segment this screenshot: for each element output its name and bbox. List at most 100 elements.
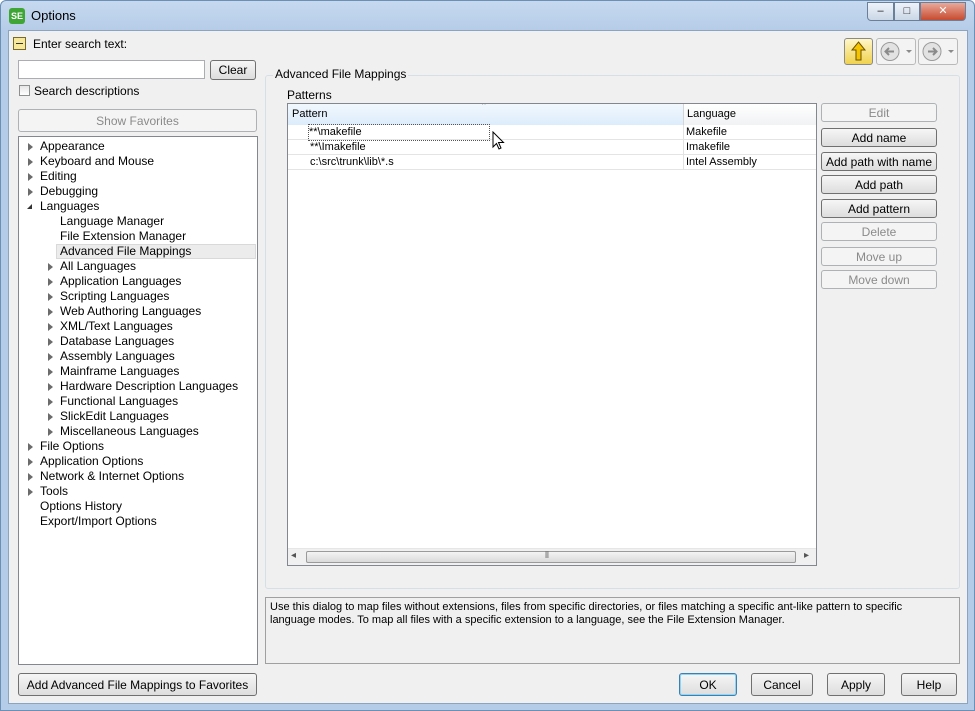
expand-arrow-icon[interactable] — [48, 263, 53, 271]
table-row[interactable]: c:\src\trunk\lib\*.s Intel Assembly — [288, 155, 816, 170]
scroll-thumb[interactable]: ⦀ — [306, 550, 796, 563]
expand-arrow-icon[interactable] — [28, 488, 33, 496]
table-row[interactable]: **\makefile Makefile — [288, 124, 816, 141]
move-up-button[interactable]: Move up — [821, 247, 937, 266]
move-down-button[interactable]: Move down — [821, 270, 937, 289]
tree-item[interactable]: Editing — [19, 169, 255, 184]
expand-arrow-icon[interactable] — [48, 368, 53, 376]
expand-arrow-icon[interactable] — [28, 188, 33, 196]
expand-arrow-icon[interactable] — [28, 443, 33, 451]
tree-item[interactable]: Language Manager — [19, 214, 255, 229]
close-button[interactable]: ✕ — [920, 2, 966, 21]
expand-arrow-icon[interactable] — [48, 278, 53, 286]
tree-item[interactable]: SlickEdit Languages — [19, 409, 255, 424]
column-header-pattern[interactable]: Pattern ˆ — [288, 104, 684, 125]
tree-item[interactable]: Export/Import Options — [19, 514, 255, 529]
language-cell[interactable]: Makefile — [686, 125, 814, 140]
tree-item[interactable]: File Extension Manager — [19, 229, 255, 244]
expand-arrow-icon[interactable] — [48, 308, 53, 316]
tree-item-label: Miscellaneous Languages — [60, 424, 199, 438]
tree-item[interactable]: Hardware Description Languages — [19, 379, 255, 394]
expand-arrow-icon[interactable] — [48, 383, 53, 391]
tree-item-label: Editing — [40, 169, 77, 183]
add-path-with-name-button[interactable]: Add path with name — [821, 152, 937, 171]
expand-arrow-icon[interactable] — [48, 398, 53, 406]
scroll-right-arrow-icon[interactable]: ▸ — [804, 550, 809, 561]
collapse-search-toggle[interactable] — [13, 37, 26, 50]
search-descriptions-checkbox[interactable] — [19, 85, 30, 96]
maximize-button[interactable]: □ — [894, 2, 920, 21]
tree-item[interactable]: Keyboard and Mouse — [19, 154, 255, 169]
expand-arrow-icon[interactable] — [28, 458, 33, 466]
column-divider — [683, 140, 684, 155]
title-bar[interactable]: SE Options – □ ✕ — [1, 1, 974, 31]
language-cell[interactable]: Imakefile — [686, 140, 814, 155]
scroll-left-arrow-icon[interactable]: ◂ — [291, 550, 296, 561]
expand-arrow-icon[interactable] — [48, 323, 53, 331]
expand-arrow-icon[interactable] — [28, 473, 33, 481]
up-button[interactable] — [844, 38, 873, 65]
slickedit-app-icon: SE — [9, 8, 25, 24]
expand-arrow-icon[interactable] — [48, 353, 53, 361]
tree-item[interactable]: All Languages — [19, 259, 255, 274]
expand-arrow-icon[interactable] — [48, 338, 53, 346]
pattern-cell[interactable]: c:\src\trunk\lib\*.s — [310, 155, 680, 170]
options-tree[interactable]: Appearance Keyboard and Mouse Editing Debug… — [18, 136, 258, 665]
tree-item[interactable]: Application Options — [19, 454, 255, 469]
horizontal-scrollbar[interactable]: ◂ ⦀ ▸ — [288, 548, 816, 565]
delete-button[interactable]: Delete — [821, 222, 937, 241]
column-header-language[interactable]: Language — [684, 104, 816, 125]
tree-item[interactable]: Advanced File Mappings — [19, 244, 255, 259]
expand-arrow-icon[interactable] — [48, 293, 53, 301]
tree-item[interactable]: Appearance — [19, 139, 255, 154]
tree-item-label: Tools — [40, 484, 69, 498]
tree-item[interactable]: Debugging — [19, 184, 255, 199]
add-pattern-button[interactable]: Add pattern — [821, 199, 937, 218]
expand-arrow-icon[interactable] — [28, 173, 33, 181]
tree-item-label: XML/Text Languages — [60, 319, 173, 333]
tree-item-label: Functional Languages — [60, 394, 179, 408]
collapse-arrow-icon[interactable] — [27, 204, 32, 209]
pattern-cell[interactable]: **\makefile — [308, 124, 490, 141]
description-box: Use this dialog to map files without ext… — [265, 597, 960, 664]
tree-item-label: SlickEdit Languages — [60, 409, 169, 423]
tree-item[interactable]: Scripting Languages — [19, 289, 255, 304]
language-cell[interactable]: Intel Assembly — [686, 155, 814, 170]
help-button[interactable]: Help — [901, 673, 957, 696]
table-row[interactable]: **\Imakefile Imakefile — [288, 140, 816, 155]
tree-item[interactable]: Miscellaneous Languages — [19, 424, 255, 439]
tree-item[interactable]: Languages — [19, 199, 255, 214]
tree-item[interactable]: Mainframe Languages — [19, 364, 255, 379]
expand-arrow-icon[interactable] — [48, 413, 53, 421]
tree-item[interactable]: Database Languages — [19, 334, 255, 349]
cancel-button[interactable]: Cancel — [751, 673, 813, 696]
tree-item[interactable]: XML/Text Languages — [19, 319, 255, 334]
search-input[interactable] — [18, 60, 205, 79]
add-name-button[interactable]: Add name — [821, 128, 937, 147]
add-path-button[interactable]: Add path — [821, 175, 937, 194]
expand-arrow-icon[interactable] — [28, 158, 33, 166]
minus-icon — [16, 43, 23, 44]
minimize-button[interactable]: – — [867, 2, 894, 21]
tree-item-label: File Extension Manager — [60, 229, 187, 243]
show-favorites-button[interactable]: Show Favorites — [18, 109, 257, 132]
tree-item[interactable]: Web Authoring Languages — [19, 304, 255, 319]
edit-button[interactable]: Edit — [821, 103, 937, 122]
tree-item[interactable]: File Options — [19, 439, 255, 454]
add-to-favorites-button[interactable]: Add Advanced File Mappings to Favorites — [18, 673, 257, 696]
clear-button[interactable]: Clear — [210, 60, 256, 80]
ok-button[interactable]: OK — [679, 673, 737, 696]
tree-item[interactable]: Application Languages — [19, 274, 255, 289]
tree-item[interactable]: Options History — [19, 499, 255, 514]
expand-arrow-icon[interactable] — [48, 428, 53, 436]
apply-button[interactable]: Apply — [827, 673, 885, 696]
tree-item[interactable]: Functional Languages — [19, 394, 255, 409]
tree-item[interactable]: Assembly Languages — [19, 349, 255, 364]
expand-arrow-icon[interactable] — [28, 143, 33, 151]
tree-item[interactable]: Network & Internet Options — [19, 469, 255, 484]
forward-button[interactable] — [918, 38, 958, 65]
patterns-table[interactable]: Pattern ˆ Language **\makefile Makefile **… — [287, 103, 817, 566]
back-button[interactable] — [876, 38, 916, 65]
column-divider — [683, 125, 684, 140]
tree-item[interactable]: Tools — [19, 484, 255, 499]
